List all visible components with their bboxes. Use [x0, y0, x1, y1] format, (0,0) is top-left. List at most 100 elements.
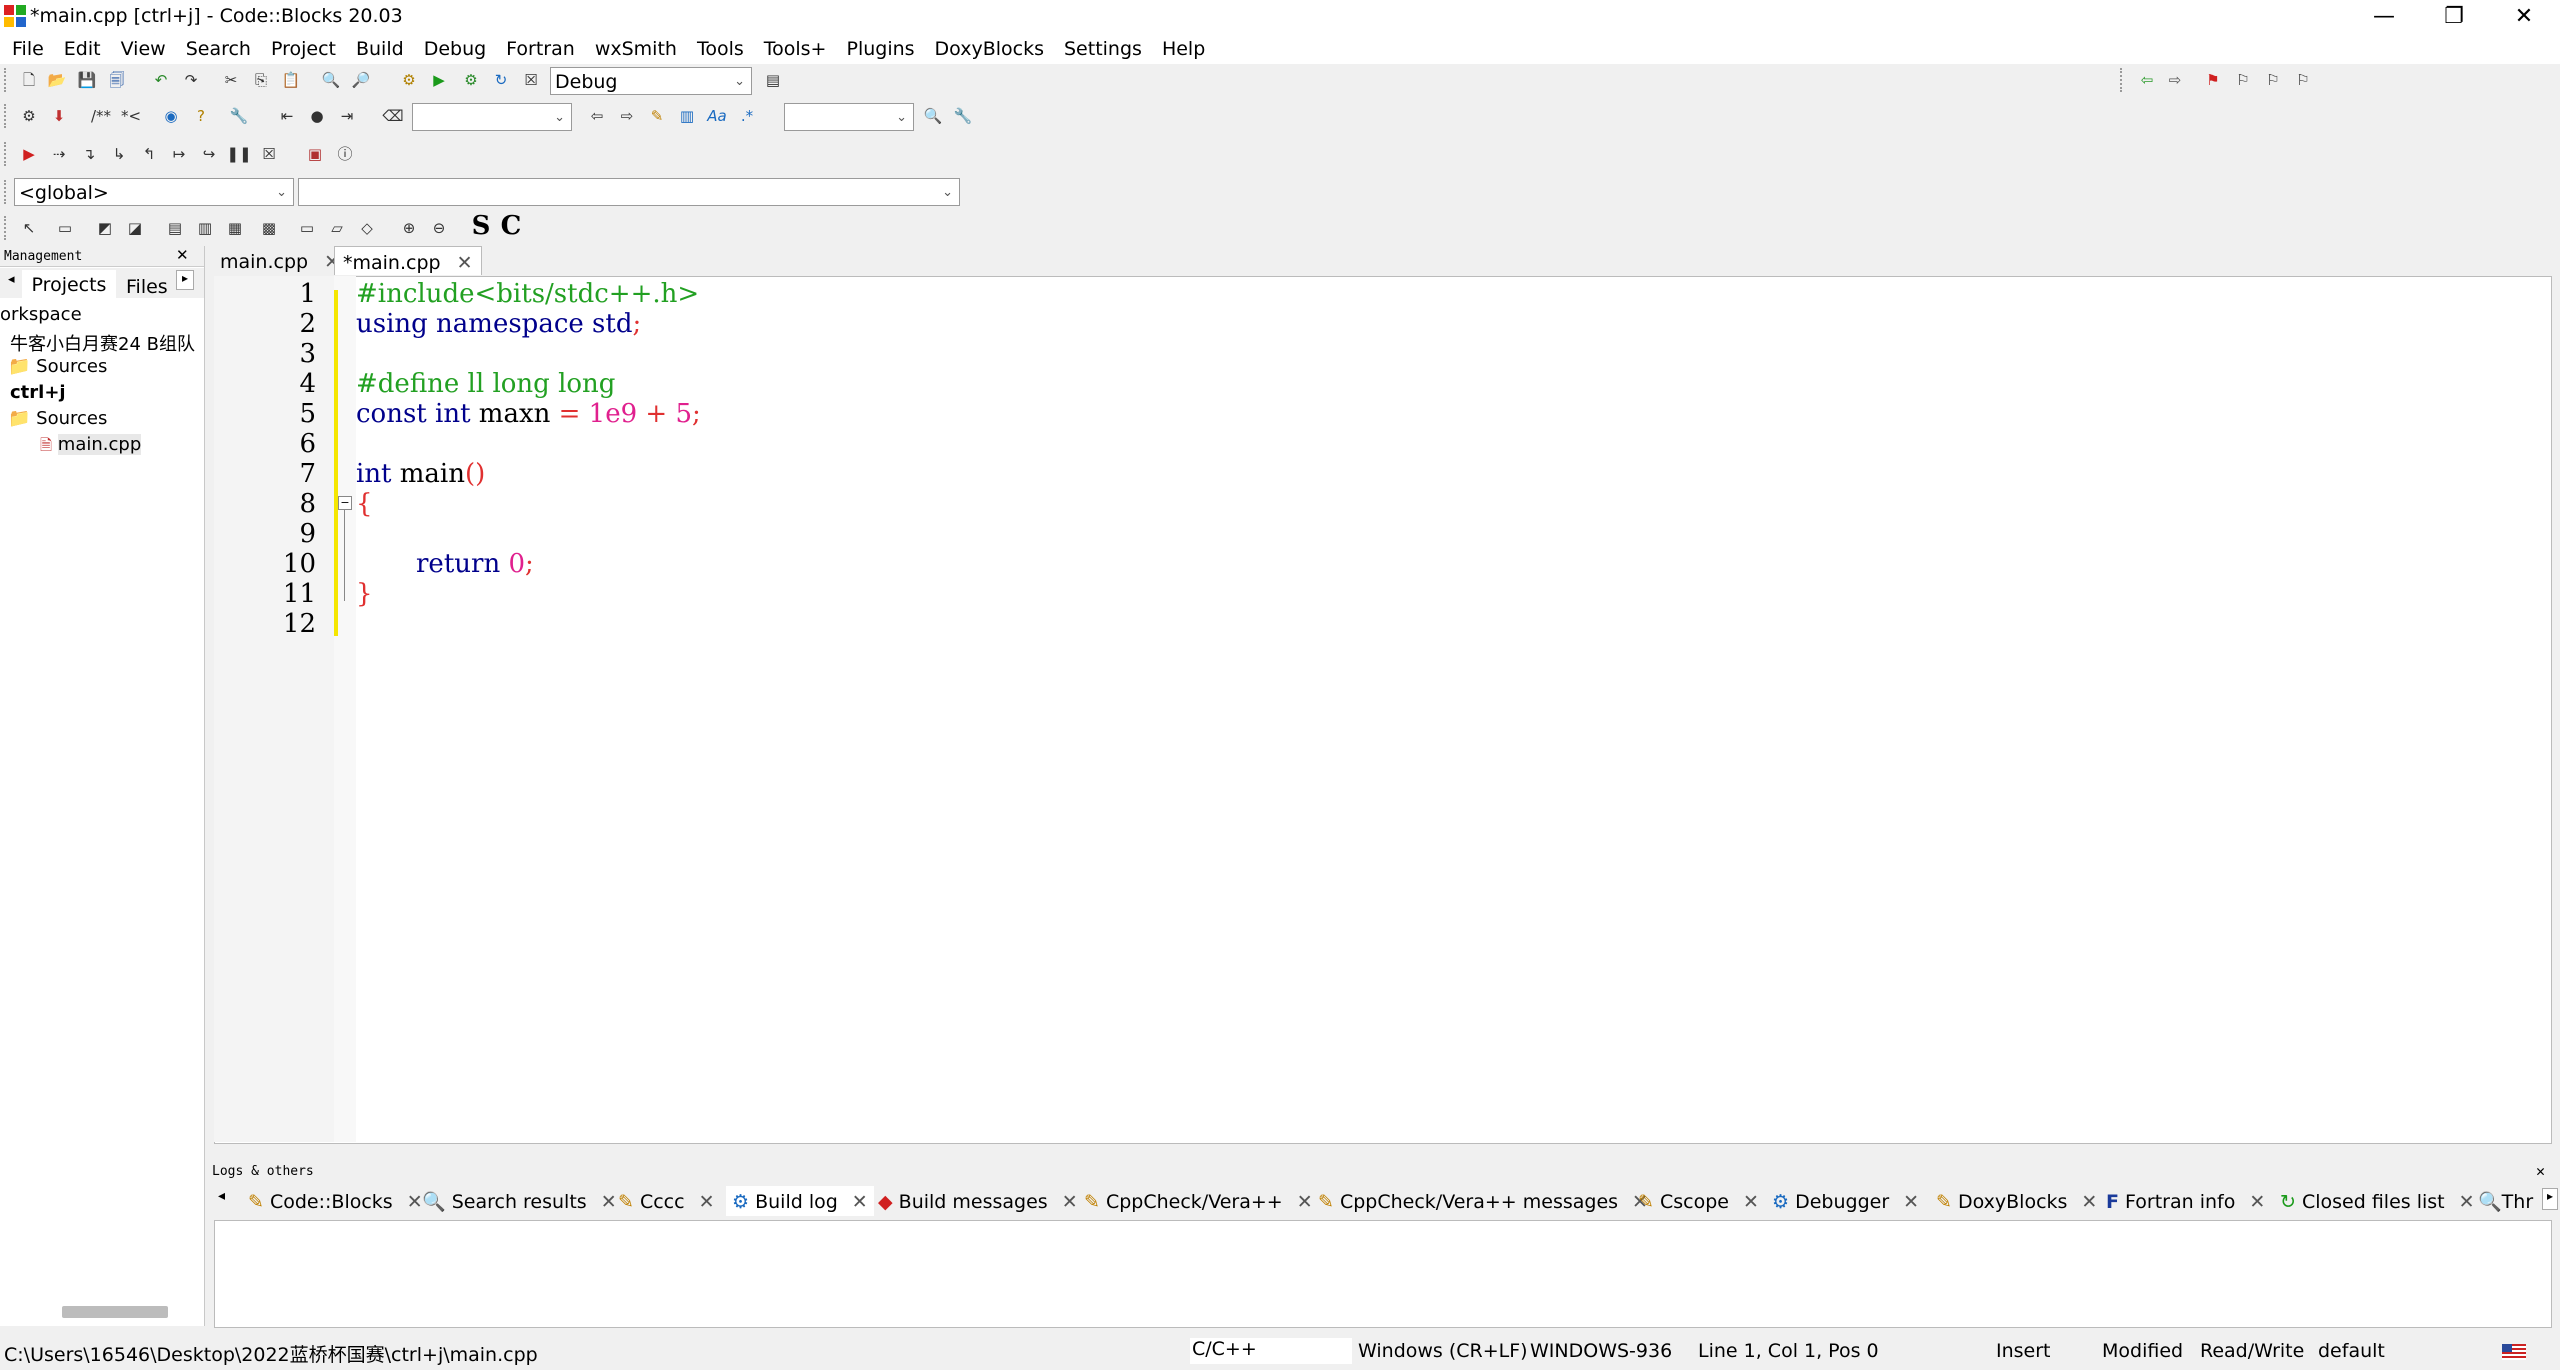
tab-search-results[interactable]: 🔍 Search results ✕ [422, 1186, 617, 1216]
tab-files[interactable]: Files [126, 272, 168, 302]
tab-cppcheck-messages[interactable]: ✎ CppCheck/Vera++ messages ✕ [1318, 1186, 1648, 1216]
logs-content[interactable] [214, 1220, 2552, 1328]
instruction-icon[interactable]: ▤ [162, 215, 188, 241]
tab-main-cpp[interactable]: main.cpp ✕ [212, 246, 348, 276]
menu-tools[interactable]: Tools [687, 34, 754, 64]
restore-button[interactable]: ❐ [2424, 0, 2484, 34]
next-line-icon[interactable]: ↴ [76, 141, 102, 167]
abort-icon[interactable]: ☒ [518, 67, 544, 93]
tree-sources-2[interactable]: 📁 Sources [8, 408, 107, 429]
rebuild-icon[interactable]: ↻ [488, 67, 514, 93]
tab-main-cpp-active[interactable]: *main.cpp ✕ [334, 246, 482, 275]
clear-bookmarks-icon[interactable]: ⚐ [2290, 67, 2316, 93]
switch-icon[interactable]: ▩ [256, 215, 282, 241]
step-into-instruction-icon[interactable]: ↪ [196, 141, 222, 167]
jump-back-icon[interactable]: ⇦ [2134, 67, 2160, 93]
menu-help[interactable]: Help [1152, 34, 1215, 64]
tab-scroll-left-icon[interactable]: ◂ [218, 1188, 225, 1204]
copy-icon[interactable]: ⎘ [248, 67, 274, 93]
build-target-select[interactable]: Debug ⌄ [550, 67, 752, 95]
tab-closed-files-list[interactable]: ↻ Closed files list ✕ [2280, 1186, 2475, 1216]
close-window-button[interactable]: ✕ [2494, 0, 2554, 34]
menu-edit[interactable]: Edit [54, 34, 111, 64]
find-next-icon[interactable]: ⇨ [614, 103, 640, 129]
tree-file-main-cpp[interactable]: 🗎 main.cpp [40, 434, 142, 460]
source-export-button[interactable]: S [468, 213, 494, 239]
search-settings-icon[interactable]: 🔧 [950, 103, 976, 129]
close-icon[interactable]: ✕ [601, 1191, 617, 1213]
jump-declaration-icon[interactable]: ⬇ [46, 103, 72, 129]
close-icon[interactable]: ✕ [2081, 1191, 2097, 1213]
tab-fortran-info[interactable]: F Fortran info ✕ [2106, 1186, 2265, 1216]
loop-icon[interactable]: ▥ [192, 215, 218, 241]
menu-settings[interactable]: Settings [1054, 34, 1152, 64]
debug-windows-icon[interactable]: ▣ [302, 141, 328, 167]
next-instruction-icon[interactable]: ↦ [166, 141, 192, 167]
menu-tools-plus[interactable]: Tools+ [754, 34, 837, 64]
prev-bookmark-icon[interactable]: ⚐ [2230, 67, 2256, 93]
step-into-icon[interactable]: ↳ [106, 141, 132, 167]
tree-sources-1[interactable]: 📁 Sources [8, 356, 107, 377]
tab-build-messages[interactable]: ◆ Build messages ✕ [878, 1186, 1078, 1216]
tree-project[interactable]: 牛客小白月赛24 B组队 [10, 330, 195, 356]
horizontal-scrollbar[interactable] [62, 1306, 168, 1318]
tab-scroll-right-icon[interactable]: ▸ [2542, 1188, 2558, 1210]
tab-scroll-left-icon[interactable]: ◂ [8, 272, 15, 287]
zoom-in-icon[interactable]: ⊕ [396, 215, 422, 241]
target-options-icon[interactable]: ▤ [760, 67, 786, 93]
menu-build[interactable]: Build [346, 34, 414, 64]
tab-doxyblocks[interactable]: ✎ DoxyBlocks ✕ [1936, 1186, 2097, 1216]
toggle-bookmark-icon[interactable]: ⚑ [2200, 67, 2226, 93]
case-shape-icon[interactable]: ◇ [354, 215, 380, 241]
save-icon[interactable]: 💾 [74, 67, 100, 93]
function-select[interactable]: ⌄ [298, 178, 960, 206]
tab-scroll-right-icon[interactable]: ▸ [176, 270, 194, 290]
cut-icon[interactable]: ✂ [218, 67, 244, 93]
menu-file[interactable]: File [2, 34, 54, 64]
toolbar-grip[interactable] [4, 180, 10, 204]
minimize-button[interactable]: — [2354, 0, 2414, 34]
paste-icon[interactable]: 📋 [278, 67, 304, 93]
close-icon[interactable]: ✕ [1743, 1191, 1759, 1213]
tree-active-project[interactable]: ctrl+j [10, 382, 66, 403]
stop-debug-icon[interactable]: ☒ [256, 141, 282, 167]
tab-codeblocks-log[interactable]: ✎ Code::Blocks ✕ [248, 1186, 423, 1216]
toolbar-grip[interactable] [4, 104, 10, 128]
build-gear-icon[interactable]: ⚙ [396, 67, 422, 93]
undo-icon[interactable]: ↶ [148, 67, 174, 93]
highlight-icon[interactable]: ✎ [644, 103, 670, 129]
toolbar-grip[interactable] [2120, 68, 2126, 92]
code-completion-icon[interactable]: ⚙ [16, 103, 42, 129]
close-icon[interactable]: ✕ [1903, 1191, 1919, 1213]
record-icon[interactable]: ● [304, 103, 330, 129]
menu-plugins[interactable]: Plugins [836, 34, 924, 64]
comment-line-icon[interactable]: *< [116, 103, 146, 129]
tab-cscope[interactable]: ✎ Cscope ✕ [1638, 1186, 1759, 1216]
search-text-combo[interactable]: ⌄ [412, 103, 572, 131]
tab-projects[interactable]: Projects [22, 270, 116, 298]
tab-debugger[interactable]: ⚙ Debugger ✕ [1772, 1186, 1919, 1216]
pointer-icon[interactable]: ↖ [16, 215, 42, 241]
decision-icon[interactable]: ◩ [92, 215, 118, 241]
debug-info-icon[interactable]: ⓘ [332, 141, 358, 167]
build-and-run-icon[interactable]: ⚙ [458, 67, 484, 93]
c-export-button[interactable]: C [498, 213, 524, 239]
close-icon[interactable]: ✕ [2459, 1191, 2475, 1213]
jump-forward-icon[interactable]: ⇨ [2162, 67, 2188, 93]
toolbar-grip[interactable] [4, 216, 10, 240]
comment-block-icon[interactable]: /** [86, 103, 116, 129]
new-file-icon[interactable]: 🗋 [16, 67, 42, 93]
menu-fortran[interactable]: Fortran [496, 34, 585, 64]
close-icon[interactable]: ✕ [852, 1191, 868, 1213]
menu-doxyblocks[interactable]: DoxyBlocks [925, 34, 1054, 64]
close-icon[interactable]: ✕ [457, 252, 473, 274]
toolbar-grip[interactable] [4, 68, 10, 92]
close-icon[interactable]: ✕ [699, 1191, 715, 1213]
close-icon[interactable]: ✕ [407, 1191, 423, 1213]
run-to-cursor-icon[interactable]: ⇢ [46, 141, 72, 167]
zoom-out-icon[interactable]: ⊖ [426, 215, 452, 241]
close-icon[interactable]: ✕ [1297, 1191, 1313, 1213]
close-icon[interactable]: ✕ [2249, 1191, 2265, 1213]
tab-cccc[interactable]: ✎ Cccc ✕ [618, 1186, 715, 1216]
find-icon[interactable]: 🔍 [318, 67, 344, 93]
